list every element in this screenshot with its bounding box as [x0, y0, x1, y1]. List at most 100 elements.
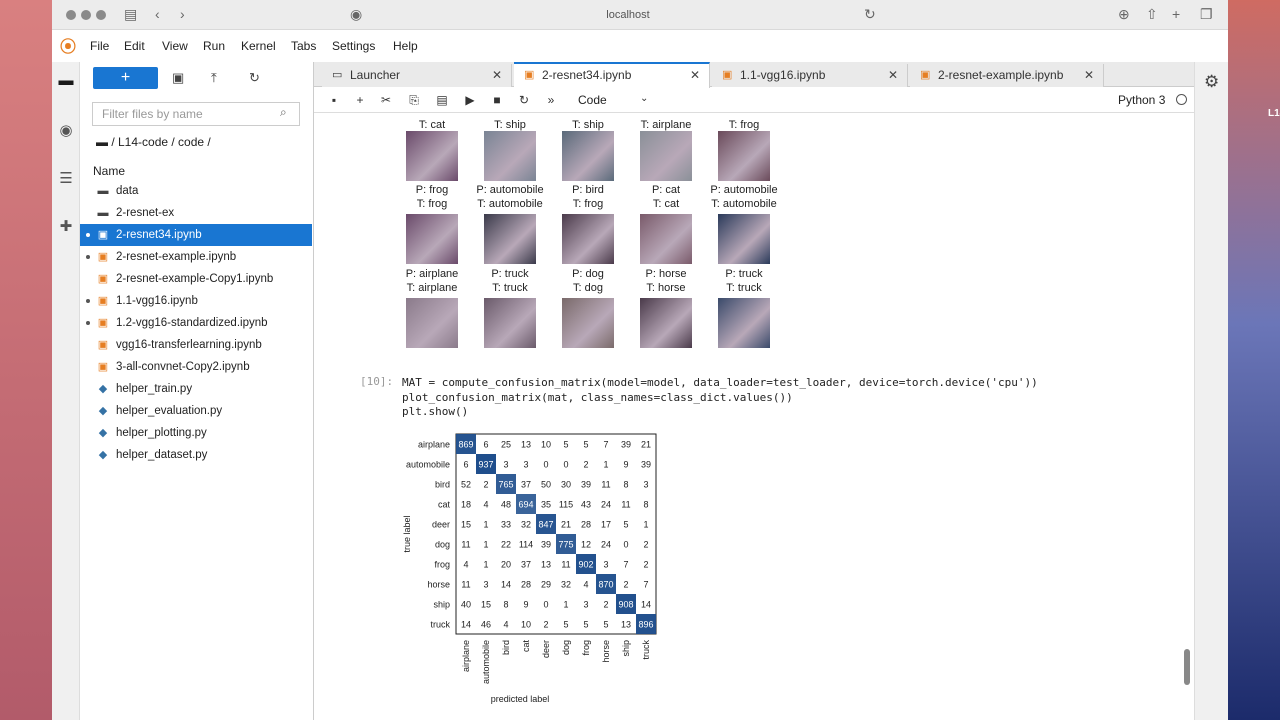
file-item[interactable]: ▬ 2-resnet-ex: [80, 202, 312, 224]
kernel-status-icon: [1176, 94, 1187, 105]
tab-2-resnet34[interactable]: ▣ 2-resnet34.ipynb ✕: [514, 62, 710, 88]
restart-icon[interactable]: ↻: [516, 93, 532, 107]
new-folder-icon[interactable]: ▣: [172, 70, 184, 86]
refresh-icon[interactable]: ↻: [249, 70, 260, 86]
chevron-down-icon[interactable]: ⌄: [640, 93, 648, 104]
copy-icon[interactable]: ⎘: [406, 93, 422, 108]
cell-value: 39: [641, 460, 651, 470]
file-item[interactable]: ▣ 2-resnet34.ipynb: [80, 224, 312, 246]
scrollbar[interactable]: [1184, 649, 1190, 685]
run-icon[interactable]: ▶: [462, 93, 478, 107]
file-item[interactable]: ▣ vgg16-transferlearning.ipynb: [80, 334, 312, 356]
row-tick-label: horse: [427, 580, 450, 590]
new-launcher-button[interactable]: +: [93, 67, 158, 89]
tab-launcher[interactable]: ▭ Launcher ✕: [322, 64, 512, 87]
insert-cell-icon[interactable]: +: [352, 93, 368, 107]
upload-icon[interactable]: ⤒: [211, 70, 217, 86]
file-item[interactable]: ◆ helper_evaluation.py: [80, 400, 312, 422]
kernel-name[interactable]: Python 3: [1118, 93, 1165, 107]
cell-value: 52: [461, 480, 471, 490]
close-window-button[interactable]: [66, 10, 76, 20]
tabs-overview-icon[interactable]: ❐: [1200, 6, 1213, 23]
menu-file[interactable]: File: [90, 39, 109, 53]
file-item[interactable]: ▬ data: [80, 180, 312, 202]
menu-settings[interactable]: Settings: [332, 39, 375, 53]
file-item[interactable]: ▣ 2-resnet-example-Copy1.ipynb: [80, 268, 312, 290]
zoom-window-button[interactable]: [96, 10, 106, 20]
close-icon[interactable]: ✕: [690, 64, 700, 87]
file-item[interactable]: ▣ 2-resnet-example.ipynb: [80, 246, 312, 268]
minimize-window-button[interactable]: [81, 10, 91, 20]
desktop-icon-label[interactable]: L14: [1268, 108, 1280, 119]
cell-value: 1: [483, 560, 488, 570]
file-item[interactable]: ◆ helper_dataset.py: [80, 444, 312, 466]
confusion-matrix-chart: 869 6 25 13 10 5 5 7 39 216 937 3 3 0 0 2 1 9 3952 2 765 37 50…: [402, 433, 657, 704]
toc-icon[interactable]: ☰: [57, 170, 75, 188]
extension-icon[interactable]: ✚: [57, 218, 75, 236]
cell-value: 37: [521, 560, 531, 570]
folder-icon: ▬: [97, 207, 109, 219]
desktop-background-right: L14: [1228, 0, 1280, 720]
menu-view[interactable]: View: [162, 39, 188, 53]
menu-run[interactable]: Run: [203, 39, 225, 53]
download-icon[interactable]: ⊕: [1118, 6, 1130, 23]
save-icon[interactable]: ▪: [326, 93, 342, 107]
breadcrumb-path[interactable]: / L14-code / code /: [111, 135, 210, 149]
new-tab-icon[interactable]: +: [1172, 6, 1180, 22]
folder-icon[interactable]: ▬: [57, 72, 75, 90]
cell-value: 21: [561, 520, 571, 530]
close-icon[interactable]: ✕: [888, 64, 898, 87]
column-tick-label: truck: [641, 640, 651, 660]
close-icon[interactable]: ✕: [1084, 64, 1094, 87]
notebook-content[interactable]: T: cat T: ship T: ship T: airplane T: frog P:…: [314, 114, 1194, 720]
file-item[interactable]: ▣ 3-all-convnet-Copy2.ipynb: [80, 356, 312, 378]
running-icon[interactable]: ◉: [57, 122, 75, 140]
cell-value: 3: [503, 460, 508, 470]
cell-value: 2: [603, 600, 608, 610]
cell-value: 2: [483, 480, 488, 490]
row-tick-label: bird: [435, 480, 450, 490]
file-name: data: [116, 185, 139, 197]
cut-icon[interactable]: ✂: [378, 93, 394, 107]
cell-value: 50: [541, 480, 551, 490]
column-tick-label: horse: [601, 640, 611, 663]
column-header-name[interactable]: Name: [93, 164, 125, 178]
reload-icon[interactable]: ↻: [864, 6, 876, 23]
jupyter-menubar: ⦿ File Edit View Run Kernel Tabs Setting…: [52, 33, 1228, 59]
shield-icon[interactable]: ◉: [350, 6, 362, 23]
breadcrumb[interactable]: ▬ / L14-code / code /: [96, 135, 211, 149]
restart-run-all-icon[interactable]: »: [543, 93, 559, 107]
filter-files-input[interactable]: Filter files by name: [92, 102, 300, 126]
gear-icon[interactable]: ⚙: [1204, 72, 1219, 92]
menu-kernel[interactable]: Kernel: [241, 39, 276, 53]
share-icon[interactable]: ⇧: [1146, 6, 1158, 23]
cell-value: 870: [598, 580, 613, 590]
jupyter-logo-icon: ⦿: [60, 39, 77, 56]
cell-value: 32: [561, 580, 571, 590]
file-item[interactable]: ▣ 1.1-vgg16.ipynb: [80, 290, 312, 312]
cell-value: 1: [603, 460, 608, 470]
cell-type-select[interactable]: Code: [578, 93, 607, 107]
stop-icon[interactable]: ■: [489, 93, 505, 107]
cell-value: 847: [538, 520, 553, 530]
address-bar[interactable]: localhost: [378, 5, 878, 25]
tab-1-1-vgg16[interactable]: ▣ 1.1-vgg16.ipynb ✕: [712, 64, 908, 87]
file-item[interactable]: ▣ 1.2-vgg16-standardized.ipynb: [80, 312, 312, 334]
tab-2-resnet-example[interactable]: ▣ 2-resnet-example.ipynb ✕: [910, 64, 1104, 87]
cell-value: 3: [603, 560, 608, 570]
forward-icon[interactable]: ›: [180, 6, 185, 22]
menu-tabs[interactable]: Tabs: [291, 39, 316, 53]
close-icon[interactable]: ✕: [492, 64, 502, 87]
back-icon[interactable]: ‹: [155, 6, 160, 22]
file-item[interactable]: ◆ helper_plotting.py: [80, 422, 312, 444]
menu-help[interactable]: Help: [393, 39, 418, 53]
menu-edit[interactable]: Edit: [124, 39, 145, 53]
file-item[interactable]: ◆ helper_train.py: [80, 378, 312, 400]
cell-value: 24: [601, 500, 611, 510]
sidebar-icon[interactable]: ▤: [124, 6, 137, 23]
cell-value: 13: [521, 440, 531, 450]
paste-icon[interactable]: ▤: [434, 93, 450, 107]
cell-value: 39: [581, 480, 591, 490]
notebook-panel: ▭ Launcher ✕ ▣ 2-resnet34.ipynb ✕ ▣ 1.1-…: [314, 62, 1194, 720]
cell-value: 48: [501, 500, 511, 510]
